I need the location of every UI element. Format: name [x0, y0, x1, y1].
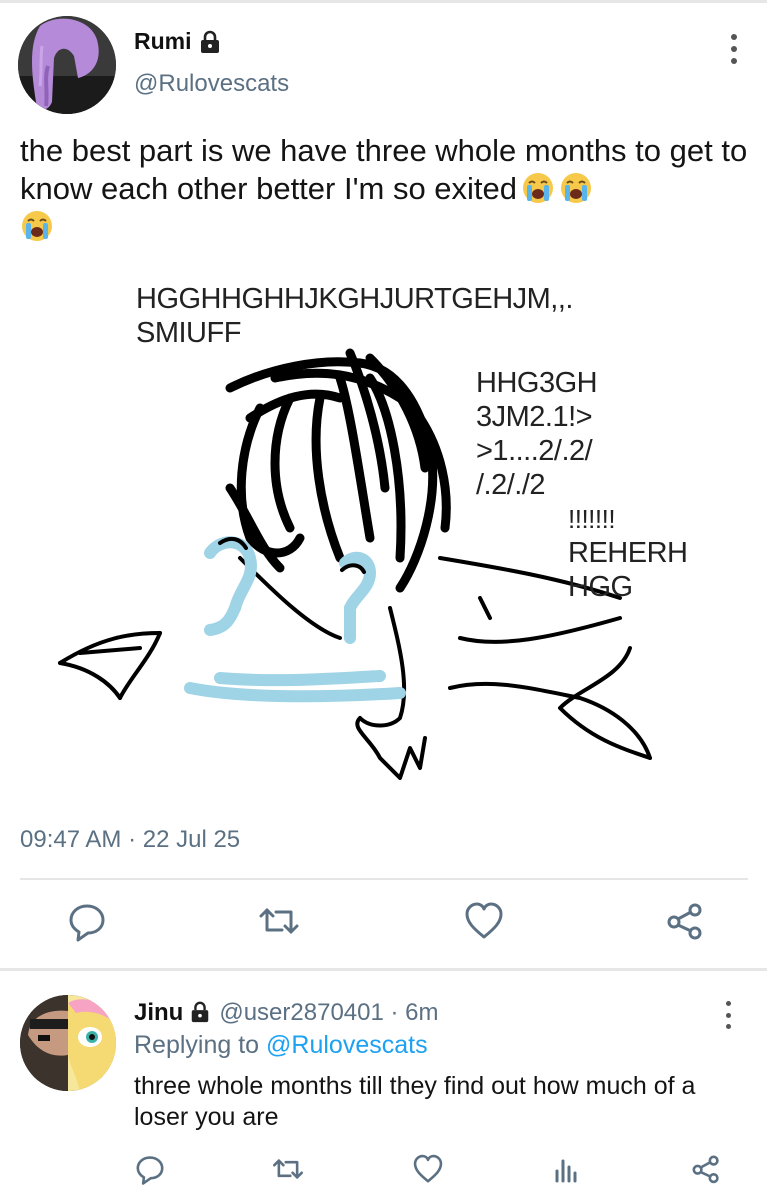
- reply-author-name[interactable]: Jinu: [134, 999, 183, 1027]
- author-name-row: Rumi: [134, 28, 222, 55]
- reply-text: three whole months till they find out ho…: [134, 1072, 696, 1131]
- reply-tweet: Jinu @user2870401 · 6m Replying to @Rulo…: [0, 971, 767, 1200]
- author-handle[interactable]: @Rulovescats: [134, 70, 289, 98]
- reply-icon[interactable]: [134, 1153, 166, 1185]
- share-icon[interactable]: [690, 1153, 722, 1185]
- reply-avatar[interactable]: [20, 995, 116, 1091]
- image-text-right4: /.2/./2: [476, 469, 546, 501]
- image-text-right3: >1....2/.2/: [476, 435, 593, 467]
- more-options-icon[interactable]: [723, 1001, 733, 1029]
- doodle-drawing: [58, 348, 652, 780]
- replying-to: Replying to @Rulovescats: [134, 1031, 428, 1060]
- tweet-text-content: the best part is we have three whole mon…: [20, 133, 748, 206]
- divider: [20, 878, 748, 880]
- image-text-right5: !!!!!!!: [568, 504, 616, 534]
- more-options-icon[interactable]: [729, 34, 739, 64]
- reply-handle-time[interactable]: @user2870401 · 6m: [219, 999, 438, 1027]
- image-text-line2: SMIUFF: [136, 317, 241, 349]
- image-text-right6: REHERH: [568, 537, 688, 569]
- retweet-icon[interactable]: [258, 900, 300, 942]
- lock-icon: [189, 1001, 213, 1025]
- tweet-text: the best part is we have three whole mon…: [20, 132, 750, 246]
- image-text-right1: HHG3GH: [476, 367, 598, 399]
- share-icon[interactable]: [664, 900, 706, 942]
- lock-icon: [198, 30, 222, 54]
- retweet-icon[interactable]: [272, 1153, 304, 1185]
- tweet-image[interactable]: HGGHHGHHJKGHJURTGEHJM,,. SMIUFF HHG3GH 3…: [20, 258, 750, 798]
- replying-to-link[interactable]: @Rulovescats: [266, 1031, 428, 1059]
- image-text-right7: HGG: [568, 571, 633, 603]
- image-text-right2: 3JM2.1!>: [476, 401, 593, 433]
- crying-face-icon: [521, 171, 555, 205]
- main-tweet: Rumi @Rulovescats the best part is we ha…: [0, 0, 767, 968]
- reply-icon[interactable]: [66, 900, 108, 942]
- tweet-timestamp[interactable]: 09:47 AM · 22 Jul 25: [20, 826, 240, 854]
- author-name[interactable]: Rumi: [134, 28, 192, 55]
- tweet-actions: [0, 900, 767, 950]
- replying-prefix: Replying to: [134, 1031, 260, 1059]
- like-icon[interactable]: [463, 900, 505, 942]
- crying-face-icon: [20, 209, 54, 243]
- crying-face-icon: [559, 171, 593, 205]
- image-text-line1: HGGHHGHHJKGHJURTGEHJM,,.: [136, 283, 573, 315]
- author-avatar[interactable]: [18, 16, 116, 114]
- reply-header: Jinu @user2870401 · 6m: [134, 999, 439, 1027]
- analytics-icon[interactable]: [550, 1153, 582, 1185]
- like-icon[interactable]: [412, 1153, 444, 1185]
